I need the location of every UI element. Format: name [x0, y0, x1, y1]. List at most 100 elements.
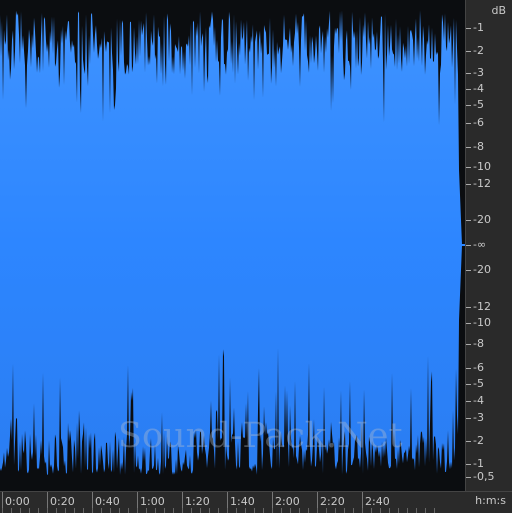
time-minor-tick: [200, 508, 201, 513]
db-tick-label: -6: [473, 361, 484, 374]
time-minor-tick: [2, 508, 3, 513]
time-minor-tick: [281, 508, 282, 513]
db-tick-label: -∞: [473, 238, 487, 251]
time-unit-label: h:m:s: [475, 494, 506, 507]
time-minor-tick: [407, 508, 408, 513]
db-tick-label: -3: [473, 411, 484, 424]
db-bottom-tick: -10: [466, 316, 512, 329]
time-minor-tick: [371, 508, 372, 513]
db-tick-label: -2: [473, 44, 484, 57]
db-bottom-tick: -12: [466, 300, 512, 313]
db-tick-label: -1: [473, 21, 484, 34]
db-top-tick: -1: [466, 21, 512, 34]
db-tick-label: -0,5: [473, 470, 495, 483]
time-minor-tick: [425, 508, 426, 513]
db-bottom-tick: -1: [466, 457, 512, 470]
waveform-channel: [0, 10, 463, 475]
db-tick-label: -10: [473, 316, 491, 329]
db-bottom-tick: -0,5: [466, 470, 512, 483]
time-minor-tick: [110, 508, 111, 513]
time-minor-tick: [218, 508, 219, 513]
db-tick-label: -5: [473, 98, 484, 111]
time-minor-tick: [119, 508, 120, 513]
time-minor-tick: [182, 508, 183, 513]
db-tick-label: -20: [473, 213, 491, 226]
decibel-scale: dB -1 -2 -3 -4 -5 -6 -8 -10 -12 -20 -∞ -20 -12 -10 -8 -…: [465, 0, 512, 491]
db-top-tick: -4: [466, 82, 512, 95]
db-top-tick: -12: [466, 177, 512, 190]
time-minor-tick: [164, 508, 165, 513]
time-minor-tick: [191, 508, 192, 513]
time-minor-tick: [155, 508, 156, 513]
db-bottom-tick: -5: [466, 377, 512, 390]
db-tick-label: -1: [473, 457, 484, 470]
time-minor-tick: [56, 508, 57, 513]
db-tick-label: -3: [473, 66, 484, 79]
time-minor-tick: [299, 508, 300, 513]
time-tick-label: 0:00: [5, 495, 30, 508]
time-minor-tick: [29, 508, 30, 513]
db-bottom-tick: -20: [466, 263, 512, 276]
db-bottom-tick: -4: [466, 394, 512, 407]
db-top-tick: -10: [466, 160, 512, 173]
watermark-text: Sound-Pack.Net: [118, 416, 403, 456]
time-minor-tick: [74, 508, 75, 513]
db-tick-label: -20: [473, 263, 491, 276]
db-tick-label: -5: [473, 377, 484, 390]
waveform-editor[interactable]: Sound-Pack.Net: [0, 0, 512, 512]
time-minor-tick: [236, 508, 237, 513]
time-minor-tick: [362, 508, 363, 513]
db-unit-label: dB: [491, 4, 506, 17]
db-bottom-tick: -3: [466, 411, 512, 424]
time-minor-tick: [380, 508, 381, 513]
db-tick-label: -8: [473, 140, 484, 153]
db-bottom-tick: -6: [466, 361, 512, 374]
time-minor-tick: [137, 508, 138, 513]
time-minor-tick: [173, 508, 174, 513]
time-minor-tick: [290, 508, 291, 513]
time-minor-tick: [146, 508, 147, 513]
db-tick-label: -8: [473, 337, 484, 350]
time-ruler[interactable]: 0:00 0:20 0:40 1:00 1:20 1:40 2:00 2:20 2:40: [0, 491, 512, 513]
time-minor-tick: [83, 508, 84, 513]
time-minor-tick: [389, 508, 390, 513]
db-tick-label: -4: [473, 394, 484, 407]
time-minor-tick: [128, 508, 129, 513]
time-minor-tick: [353, 508, 354, 513]
db-top-tick: -5: [466, 98, 512, 111]
db-top-tick: -∞: [466, 238, 512, 251]
db-tick-label: -12: [473, 300, 491, 313]
time-minor-tick: [20, 508, 21, 513]
time-minor-tick: [227, 508, 228, 513]
time-minor-tick: [335, 508, 336, 513]
time-minor-tick: [92, 508, 93, 513]
time-minor-tick: [65, 508, 66, 513]
time-minor-tick: [38, 508, 39, 513]
time-minor-tick: [308, 508, 309, 513]
time-minor-tick: [398, 508, 399, 513]
time-minor-tick: [254, 508, 255, 513]
db-top-tick: -8: [466, 140, 512, 153]
time-minor-tick: [101, 508, 102, 513]
time-minor-tick: [245, 508, 246, 513]
db-tick-label: -2: [473, 434, 484, 447]
time-tick-label: 2:20: [320, 495, 345, 508]
db-tick-label: -4: [473, 82, 484, 95]
time-minor-tick: [209, 508, 210, 513]
time-minor-tick: [47, 508, 48, 513]
db-tick-label: -10: [473, 160, 491, 173]
time-minor-tick: [272, 508, 273, 513]
time-minor-tick: [434, 508, 435, 513]
time-tick-label: 2:40: [365, 495, 390, 508]
time-tick-label: 1:20: [185, 495, 210, 508]
time-minor-tick: [326, 508, 327, 513]
time-minor-tick: [263, 508, 264, 513]
time-minor-tick: [317, 508, 318, 513]
db-top-tick: -20: [466, 213, 512, 226]
db-top-tick: -2: [466, 44, 512, 57]
time-tick-label: 0:20: [50, 495, 75, 508]
time-tick-label: 2:00: [275, 495, 300, 508]
db-tick-label: -6: [473, 116, 484, 129]
time-minor-tick: [416, 508, 417, 513]
db-tick-label: -12: [473, 177, 491, 190]
